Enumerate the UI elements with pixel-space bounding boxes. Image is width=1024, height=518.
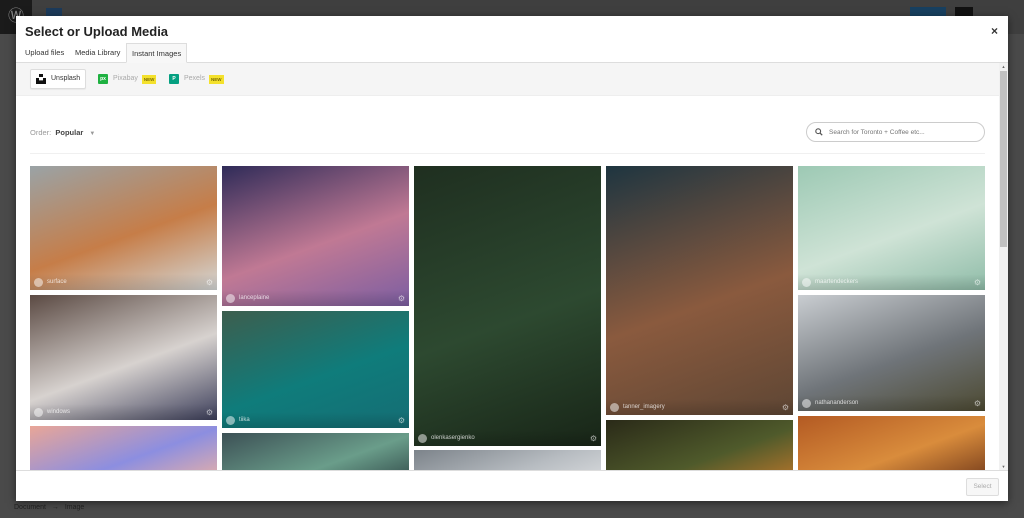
photo-username[interactable]: olenkasergienko [431, 435, 590, 441]
order-label: Order: [30, 128, 52, 137]
gear-icon[interactable]: ⚙ [206, 408, 213, 417]
user-avatar [226, 293, 235, 303]
gear-icon[interactable]: ⚙ [398, 416, 405, 425]
photo-tile[interactable] [222, 433, 409, 470]
user-avatar [226, 415, 235, 425]
order-dropdown[interactable]: Order: Popular ▼ [30, 128, 95, 137]
photo-tile[interactable]: tanner_imagery ⚙ [606, 166, 793, 415]
photo-info-bar: lanceplaine ⚙ [222, 290, 409, 306]
user-avatar [34, 277, 43, 287]
photo-tile[interactable]: tiika ⚙ [222, 311, 409, 428]
photo-info-bar: nathananderson ⚙ [798, 395, 985, 411]
instant-images-panel: Unsplash px Pixabay NEW P Pexels NEW Ord… [16, 63, 999, 470]
photo-tile[interactable]: olenkasergienko ⚙ [414, 166, 601, 446]
modal-tabs: Upload files Media Library Instant Image… [16, 43, 1008, 63]
gear-icon[interactable]: ⚙ [974, 278, 981, 287]
photo-info-bar: tiika ⚙ [222, 412, 409, 428]
user-avatar [418, 433, 427, 443]
editor-breadcrumb: Document → Image [14, 504, 88, 511]
breadcrumb-image: Image [64, 504, 85, 511]
gear-icon[interactable]: ⚙ [974, 399, 981, 408]
photo-tile[interactable]: nathananderson ⚙ [798, 295, 985, 411]
gear-icon[interactable]: ⚙ [590, 434, 597, 443]
order-value: Popular [55, 128, 84, 137]
provider-bar: Unsplash px Pixabay NEW P Pexels NEW [16, 63, 999, 96]
photo-tile[interactable]: maartendeckers ⚙ [798, 166, 985, 290]
user-avatar [34, 407, 43, 417]
photo-tile[interactable] [606, 420, 793, 470]
scroll-down-arrow-icon[interactable]: ▼ [999, 463, 1008, 470]
user-avatar [802, 398, 811, 408]
provider-pexels[interactable]: P Pexels NEW [169, 69, 224, 89]
pixabay-icon: px [98, 74, 108, 84]
photo-tile[interactable] [798, 416, 985, 470]
gear-icon[interactable]: ⚙ [398, 294, 405, 303]
photo-tile[interactable]: lanceplaine ⚙ [222, 166, 409, 306]
photo-username[interactable]: surface [47, 279, 206, 285]
photo-info-bar: olenkasergienko ⚙ [414, 430, 601, 446]
tab-instant-images[interactable]: Instant Images [126, 43, 188, 63]
scrollbar[interactable]: ▲ ▼ [999, 63, 1008, 470]
tab-media-library[interactable]: Media Library [70, 43, 125, 63]
user-avatar [610, 402, 619, 412]
photo-tile[interactable]: windows ⚙ [30, 295, 217, 420]
scroll-up-arrow-icon[interactable]: ▲ [999, 63, 1008, 70]
search-box[interactable] [806, 122, 985, 142]
provider-label: Unsplash [51, 75, 81, 82]
unsplash-icon [36, 74, 46, 84]
photo-tile[interactable]: surface ⚙ [30, 166, 217, 290]
photo-username[interactable]: nathananderson [815, 400, 974, 406]
search-input[interactable] [829, 128, 969, 136]
provider-unsplash[interactable]: Unsplash [30, 69, 87, 89]
search-icon [815, 128, 823, 136]
breadcrumb-document: Document [14, 504, 46, 511]
provider-label: Pixabay [113, 75, 138, 82]
photo-info-bar: surface ⚙ [30, 274, 217, 290]
breadcrumb-separator: → [51, 504, 59, 511]
provider-pixabay[interactable]: px Pixabay NEW [98, 69, 157, 89]
photo-username[interactable]: lanceplaine [239, 295, 398, 301]
modal-footer: Select [16, 470, 1008, 501]
chevron-down-icon: ▼ [89, 131, 96, 137]
gear-icon[interactable]: ⚙ [206, 278, 213, 287]
tab-upload-files[interactable]: Upload files [20, 43, 69, 63]
new-badge: NEW [141, 74, 157, 84]
photo-username[interactable]: windows [47, 409, 206, 415]
pexels-icon: P [169, 74, 179, 84]
photo-info-bar: tanner_imagery ⚙ [606, 399, 793, 415]
gear-icon[interactable]: ⚙ [782, 403, 789, 412]
scroll-thumb[interactable] [1000, 71, 1007, 247]
photo-username[interactable]: tanner_imagery [623, 404, 782, 410]
divider [30, 153, 985, 154]
provider-label: Pexels [184, 75, 206, 82]
photo-username[interactable]: maartendeckers [815, 279, 974, 285]
close-button[interactable]: × [991, 24, 998, 38]
photo-tile[interactable] [30, 426, 217, 470]
select-button[interactable]: Select [966, 478, 999, 496]
user-avatar [802, 277, 811, 287]
modal-title: Select or Upload Media [25, 24, 169, 39]
new-badge: NEW [209, 74, 224, 84]
media-modal: Select or Upload Media × Upload files Me… [16, 16, 1008, 501]
photo-info-bar: maartendeckers ⚙ [798, 274, 985, 290]
photo-username[interactable]: tiika [239, 417, 398, 423]
photo-info-bar: windows ⚙ [30, 404, 217, 420]
photo-tile[interactable] [414, 450, 601, 470]
